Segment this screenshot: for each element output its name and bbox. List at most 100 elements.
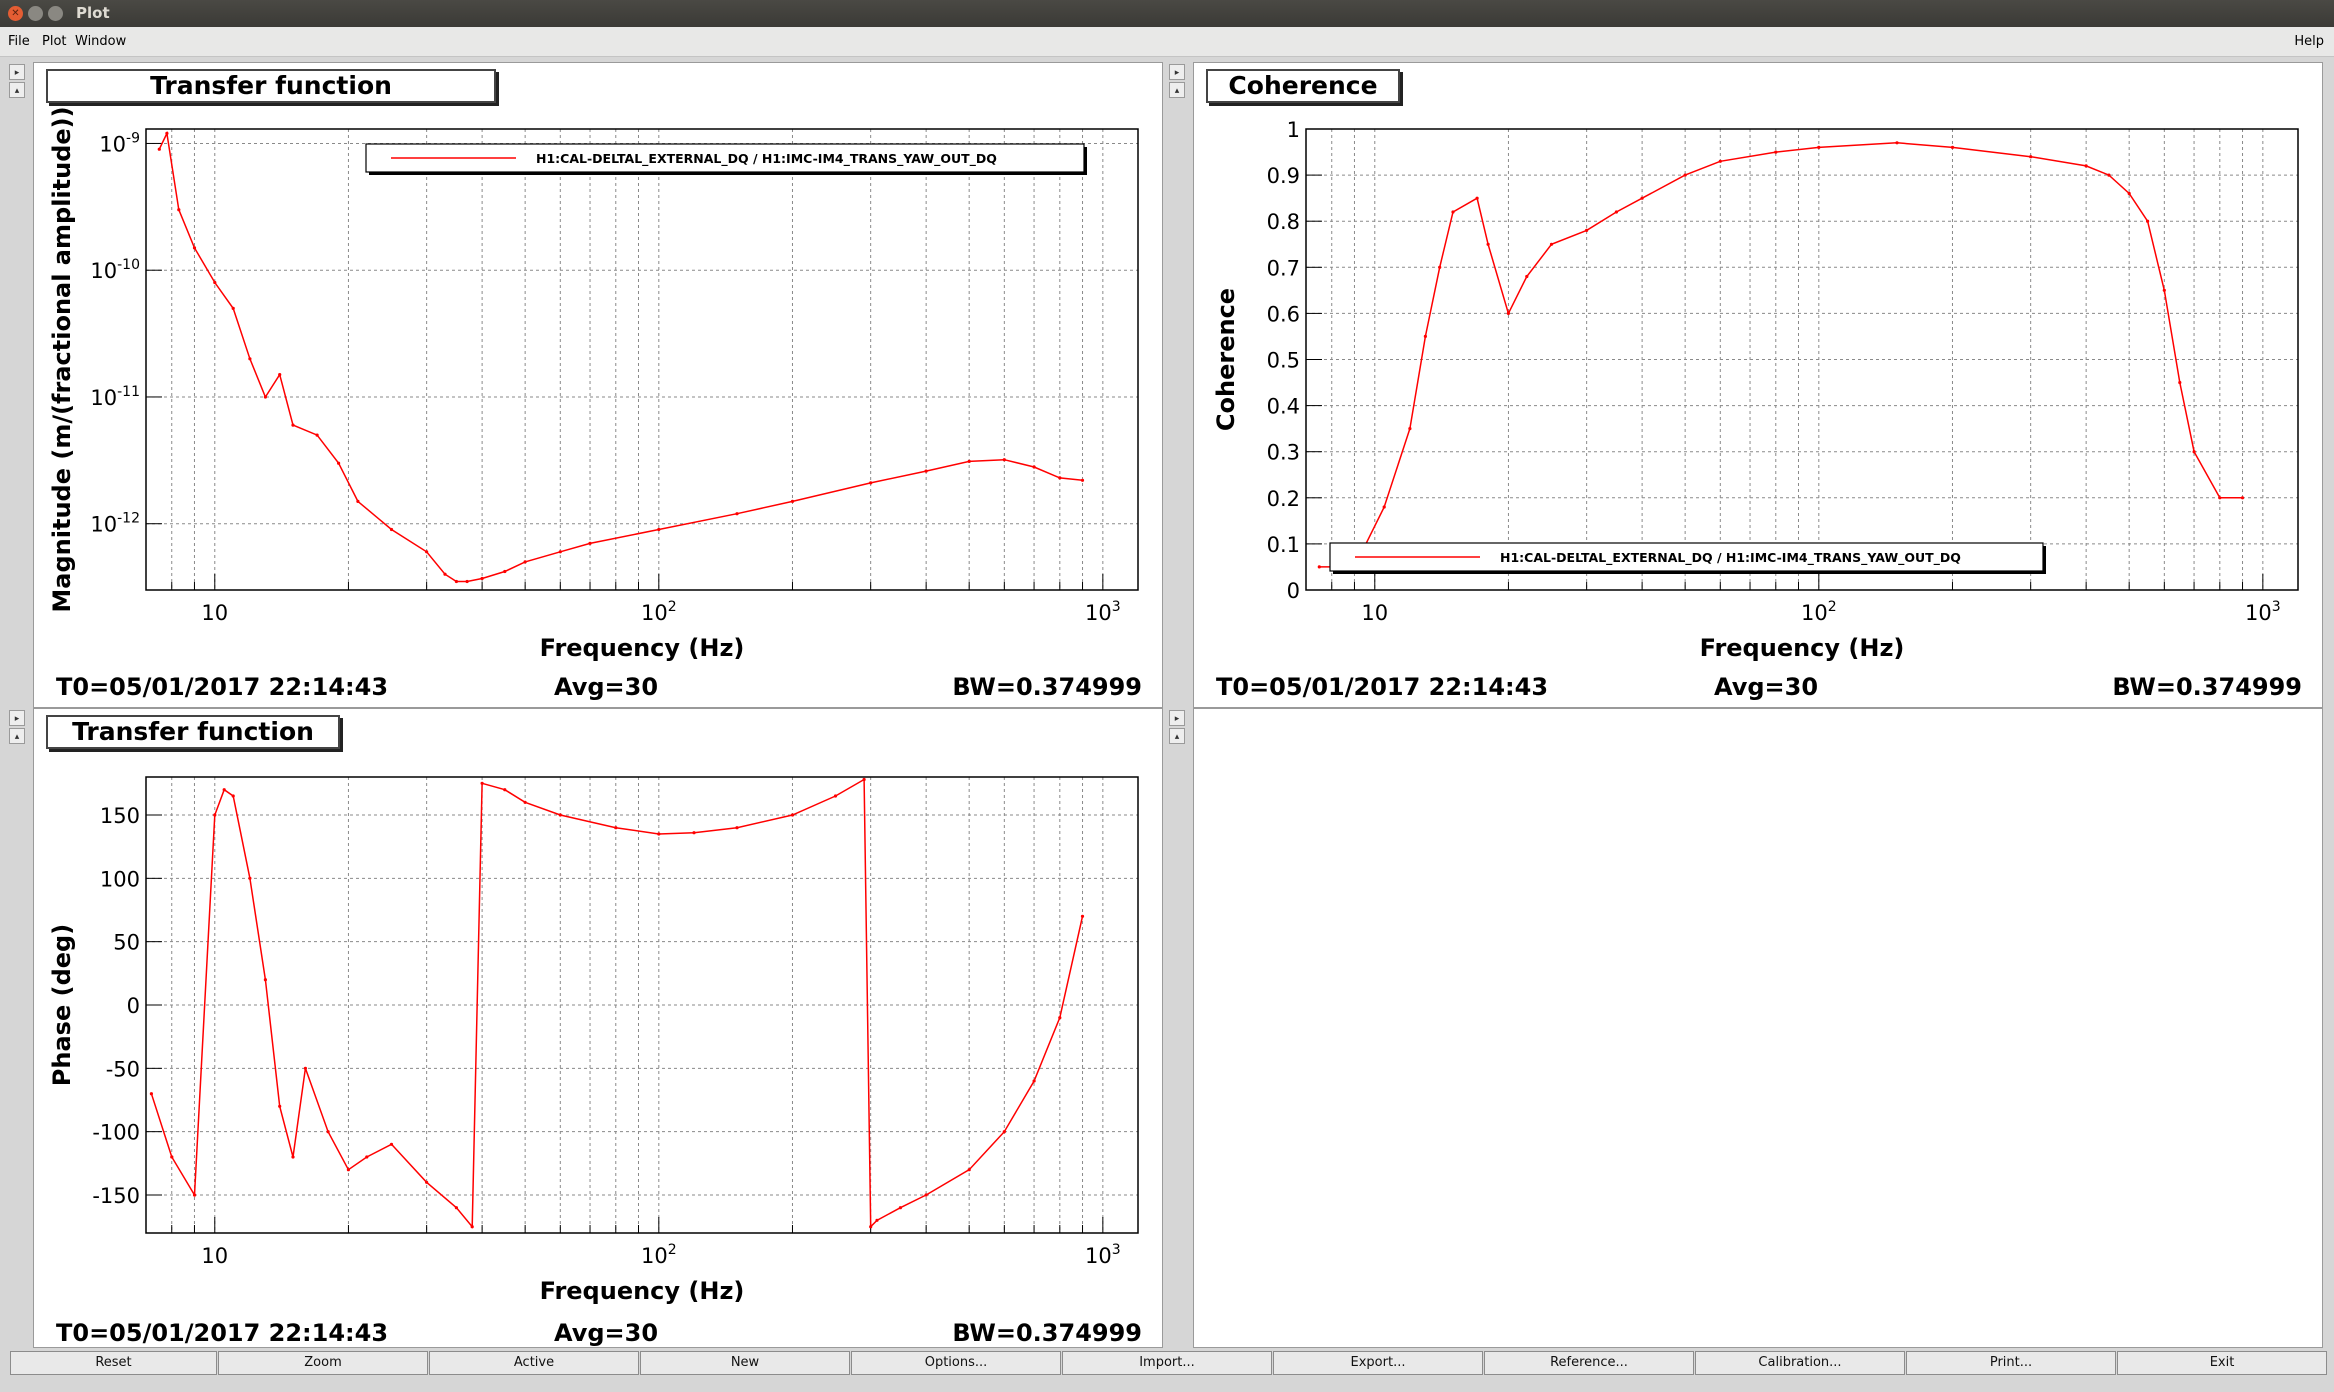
data-point: [248, 876, 252, 880]
import-button[interactable]: Import...: [1062, 1351, 1272, 1375]
reset-button[interactable]: Reset: [10, 1351, 217, 1375]
data-point: [231, 306, 235, 310]
options-button[interactable]: Options...: [851, 1351, 1061, 1375]
window-titlebar: ✕ Plot: [0, 0, 2334, 27]
arrow-up-icon[interactable]: ▴: [1169, 82, 1185, 98]
pad-arrows-2: ▸ ▴: [1168, 62, 1188, 98]
empty-plot-pad[interactable]: [1193, 708, 2323, 1348]
y-axis-label: Magnitude (m/(fractional amplitude)): [48, 106, 76, 612]
y-tick-label: 10-10: [90, 257, 140, 283]
data-point: [263, 978, 267, 982]
data-point: [924, 1193, 928, 1197]
arrow-right-icon[interactable]: ▸: [1169, 710, 1185, 726]
legend-label: H1:CAL-DELTAL_EXTERNAL_DQ / H1:IMC-IM4_T…: [1500, 550, 1961, 566]
menu-plot[interactable]: Plot: [42, 34, 67, 49]
x-axis-label: Frequency (Hz): [1700, 634, 1905, 662]
y-tick-label: 150: [100, 804, 140, 828]
arrow-right-icon[interactable]: ▸: [9, 64, 25, 80]
data-point: [263, 395, 267, 399]
data-point: [278, 373, 282, 377]
minimize-window-icon[interactable]: [28, 6, 43, 21]
phase-plot-pad[interactable]: Transfer function 150 100 50 0 -50 -100 -150 10…: [33, 708, 1163, 1348]
data-point: [1080, 914, 1085, 918]
y-tick-label: 0.4: [1267, 395, 1300, 419]
close-window-icon[interactable]: ✕: [8, 6, 23, 21]
data-point: [213, 813, 217, 817]
y-tick-label: 0.7: [1267, 256, 1300, 280]
legend-label: H1:CAL-DELTAL_EXTERNAL_DQ / H1:IMC-IM4_T…: [536, 151, 997, 167]
active-button[interactable]: Active: [429, 1351, 639, 1375]
footer-avg: Avg=30: [554, 1319, 659, 1347]
new-button[interactable]: New: [640, 1351, 850, 1375]
data-point: [898, 1206, 903, 1210]
exit-button[interactable]: Exit: [2117, 1351, 2327, 1375]
data-point: [1718, 159, 1722, 163]
data-point: [523, 800, 527, 804]
maximize-window-icon[interactable]: [48, 6, 63, 21]
data-point: [1817, 145, 1821, 149]
data-point: [326, 1130, 330, 1134]
data-point: [869, 481, 873, 485]
y-tick-label: 0.3: [1267, 441, 1300, 465]
data-point: [1032, 1079, 1036, 1083]
data-point: [213, 280, 217, 285]
data-point: [2084, 164, 2088, 168]
y-tick-label: -50: [106, 1057, 140, 1081]
pad-arrows-4: ▸ ▴: [1168, 708, 1188, 744]
y-tick-label: 0.1: [1267, 533, 1300, 557]
arrow-up-icon[interactable]: ▴: [9, 728, 25, 744]
menu-file[interactable]: File: [8, 34, 30, 49]
data-point: [1032, 465, 1036, 469]
y-tick-label: 10-9: [99, 130, 140, 156]
arrow-up-icon[interactable]: ▴: [1169, 728, 1185, 744]
data-point: [588, 541, 592, 545]
zoom-button[interactable]: Zoom: [218, 1351, 428, 1375]
footer-avg: Avg=30: [1714, 673, 1819, 701]
export-button[interactable]: Export...: [1273, 1351, 1483, 1375]
reference-button[interactable]: Reference...: [1484, 1351, 1694, 1375]
phase-chart: 150 100 50 0 -50 -100 -150 10 102 103 Frequency (H…: [48, 776, 1139, 1305]
data-point: [862, 777, 866, 782]
x-tick-label: 10: [201, 1244, 228, 1268]
data-point: [790, 499, 795, 503]
data-point: [1549, 242, 1554, 246]
plot-frame: [145, 776, 1139, 1234]
data-point: [1614, 210, 1618, 214]
calibration-button[interactable]: Calibration...: [1695, 1351, 1905, 1375]
data-point: [1774, 150, 1778, 154]
data-point: [503, 788, 507, 792]
magnitude-plot-pad[interactable]: Transfer function 10-9 10-10 10-11 10-12 10 1…: [33, 62, 1163, 708]
data-point: [967, 459, 971, 463]
arrow-up-icon[interactable]: ▴: [9, 82, 25, 98]
data-series-line: [158, 130, 1083, 583]
data-point: [967, 1168, 971, 1172]
data-point: [1058, 476, 1062, 480]
arrow-right-icon[interactable]: ▸: [9, 710, 25, 726]
data-point: [1525, 274, 1529, 279]
x-tick-label: 10: [1361, 601, 1388, 625]
y-tick-label: 0.2: [1267, 487, 1300, 511]
y-tick-label: 0: [127, 994, 140, 1018]
data-point: [924, 469, 928, 473]
arrow-right-icon[interactable]: ▸: [1169, 64, 1185, 80]
menu-help[interactable]: Help: [2294, 34, 2324, 49]
data-point: [1002, 458, 1006, 462]
data-point: [278, 1104, 282, 1108]
data-point: [503, 569, 507, 574]
data-point: [425, 550, 429, 554]
coherence-plot-pad[interactable]: Coherence 0 0.1 0.2 0.3 0.4 0.5 0.6 0.7 0.8 0.9 1 1…: [1193, 62, 2323, 708]
y-tick-label: 10-11: [90, 384, 140, 410]
footer-t0: T0=05/01/2017 22:14:43: [56, 673, 389, 701]
data-point: [1475, 196, 1479, 200]
data-point: [303, 1066, 307, 1070]
y-tick-label: 0.9: [1267, 164, 1300, 188]
y-tick-label: 10-12: [90, 511, 140, 537]
print-button[interactable]: Print...: [1906, 1351, 2116, 1375]
plot-frame: [1305, 128, 2299, 591]
data-point: [231, 794, 235, 798]
data-point: [157, 147, 161, 151]
data-point: [1058, 1016, 1062, 1020]
data-point: [443, 572, 447, 576]
menu-window[interactable]: Window: [75, 34, 126, 49]
data-point: [480, 781, 484, 785]
